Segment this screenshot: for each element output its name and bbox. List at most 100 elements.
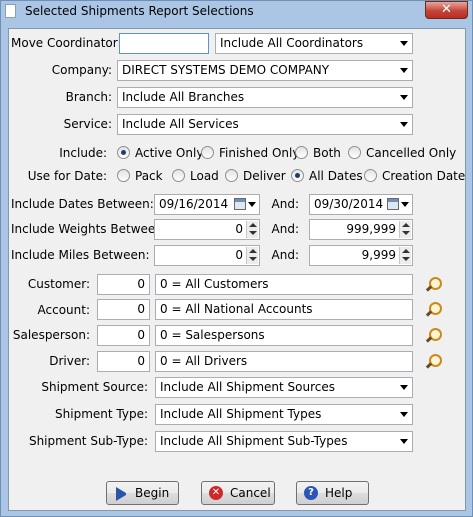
branch-select[interactable]: Include All Branches — [117, 87, 413, 108]
customer-desc-field: 0 = All Customers — [155, 274, 413, 295]
chevron-down-icon — [400, 122, 408, 127]
spinner-arrows-icon[interactable] — [399, 221, 411, 238]
salesperson-desc-field: 0 = Salespersons — [155, 325, 413, 346]
date-pack-radio[interactable]: Pack — [117, 167, 163, 185]
customer-code-input[interactable]: 0 — [97, 274, 150, 295]
coordinator-select-value: Include All Coordinators — [220, 36, 364, 50]
include-both-label: Both — [313, 146, 341, 160]
cancel-button-label: Cancel — [230, 486, 271, 500]
shipment-sub-type-value: Include All Shipment Sub-Types — [160, 434, 348, 448]
shipment-source-value: Include All Shipment Sources — [160, 380, 336, 394]
include-dates-label: Include Dates Between: — [11, 197, 154, 211]
date-pack-label: Pack — [135, 169, 163, 183]
miles-and-label: And: — [271, 248, 299, 262]
shipment-source-label: Shipment Source: — [41, 380, 148, 394]
salesperson-search-icon[interactable] — [424, 327, 442, 345]
calendar-icon[interactable] — [234, 198, 246, 210]
begin-button-label: Begin — [135, 486, 170, 500]
radio-dot-icon — [364, 169, 377, 182]
date-load-radio[interactable]: Load — [172, 167, 219, 185]
chevron-down-icon[interactable] — [248, 202, 256, 207]
chevron-down-icon — [400, 95, 408, 100]
play-arrow-icon — [116, 487, 130, 501]
close-button[interactable]: ✕ — [425, 1, 468, 19]
miles-to-value: 9,999 — [361, 248, 396, 262]
account-code-input[interactable]: 0 — [97, 299, 150, 320]
date-from-value: 09/16/2014 — [159, 197, 229, 211]
document-icon — [5, 4, 16, 18]
date-deliver-radio[interactable]: Deliver — [225, 167, 286, 185]
shipment-type-label: Shipment Type: — [55, 407, 148, 421]
account-search-icon[interactable] — [424, 301, 442, 319]
include-finished-only-radio[interactable]: Finished Only — [201, 144, 299, 162]
driver-desc-field: 0 = All Drivers — [155, 351, 413, 372]
calendar-icon[interactable] — [387, 198, 399, 210]
service-label: Service: — [63, 117, 112, 131]
cancel-button[interactable]: ✕ Cancel — [201, 481, 275, 505]
shipment-source-select[interactable]: Include All Shipment Sources — [155, 377, 413, 398]
chevron-down-icon — [400, 41, 408, 46]
driver-label: Driver: — [49, 354, 90, 368]
include-cancelled-only-label: Cancelled Only — [366, 146, 457, 160]
include-active-only-radio[interactable]: Active Only — [117, 144, 203, 162]
weight-to-value: 999,999 — [346, 222, 396, 236]
spinner-arrows-icon[interactable] — [246, 221, 258, 238]
weight-to-input[interactable]: 999,999 — [309, 219, 413, 240]
shipment-type-select[interactable]: Include All Shipment Types — [155, 404, 413, 425]
branch-select-value: Include All Branches — [122, 90, 245, 104]
date-to-value: 09/30/2014 — [314, 197, 384, 211]
move-coordinator-input[interactable] — [119, 33, 209, 54]
miles-from-value: 0 — [235, 248, 243, 262]
date-deliver-label: Deliver — [243, 169, 286, 183]
driver-code-input[interactable]: 0 — [97, 351, 150, 372]
cancel-icon: ✕ — [209, 486, 223, 500]
weights-and-label: And: — [271, 222, 299, 236]
date-to-picker[interactable]: 09/30/2014 — [309, 194, 413, 215]
window-title: Selected Shipments Report Selections — [25, 4, 254, 18]
begin-button[interactable]: Begin — [106, 481, 179, 505]
date-creation-date-radio[interactable]: Creation Date — [364, 167, 465, 185]
shipment-sub-type-select[interactable]: Include All Shipment Sub-Types — [155, 431, 413, 452]
radio-dot-icon — [117, 146, 130, 159]
customer-search-icon[interactable] — [424, 276, 442, 294]
shipment-type-value: Include All Shipment Types — [160, 407, 322, 421]
driver-search-icon[interactable] — [424, 353, 442, 371]
chevron-down-icon[interactable] — [401, 202, 409, 207]
weight-from-input[interactable]: 0 — [154, 219, 260, 240]
salesperson-label: Salesperson: — [12, 328, 90, 342]
account-desc-field: 0 = All National Accounts — [155, 299, 413, 320]
dialog-window: Selected Shipments Report Selections ✕ M… — [0, 0, 473, 517]
include-weights-label: Include Weights Between: — [11, 222, 167, 236]
title-bar[interactable]: Selected Shipments Report Selections ✕ — [1, 1, 472, 21]
include-cancelled-only-radio[interactable]: Cancelled Only — [348, 144, 456, 162]
weight-from-value: 0 — [235, 222, 243, 236]
branch-label: Branch: — [65, 90, 112, 104]
service-select-value: Include All Services — [122, 117, 239, 131]
help-icon: ? — [304, 486, 318, 500]
coordinator-select[interactable]: Include All Coordinators — [215, 33, 413, 54]
company-select[interactable]: DIRECT SYSTEMS DEMO COMPANY — [117, 60, 413, 81]
move-coordinator-label: Move Coordinator: — [11, 36, 122, 50]
service-select[interactable]: Include All Services — [117, 114, 413, 135]
miles-from-input[interactable]: 0 — [154, 245, 260, 266]
radio-dot-icon — [172, 169, 185, 182]
include-finished-only-label: Finished Only — [219, 146, 300, 160]
help-button[interactable]: ? Help — [296, 481, 369, 505]
shipment-sub-type-label: Shipment Sub-Type: — [28, 434, 148, 448]
company-select-value: DIRECT SYSTEMS DEMO COMPANY — [122, 63, 330, 77]
include-both-radio[interactable]: Both — [295, 144, 341, 162]
date-all-dates-radio[interactable]: All Dates — [291, 167, 363, 185]
chevron-down-icon — [400, 412, 408, 417]
date-from-picker[interactable]: 09/16/2014 — [154, 194, 260, 215]
radio-dot-icon — [295, 146, 308, 159]
salesperson-code-input[interactable]: 0 — [97, 325, 150, 346]
chevron-down-icon — [400, 439, 408, 444]
chevron-down-icon — [400, 68, 408, 73]
spinner-arrows-icon[interactable] — [246, 247, 258, 264]
date-load-label: Load — [190, 169, 219, 183]
miles-to-input[interactable]: 9,999 — [309, 245, 413, 266]
date-all-dates-label: All Dates — [309, 169, 363, 183]
radio-dot-icon — [117, 169, 130, 182]
radio-dot-icon — [291, 169, 304, 182]
spinner-arrows-icon[interactable] — [399, 247, 411, 264]
